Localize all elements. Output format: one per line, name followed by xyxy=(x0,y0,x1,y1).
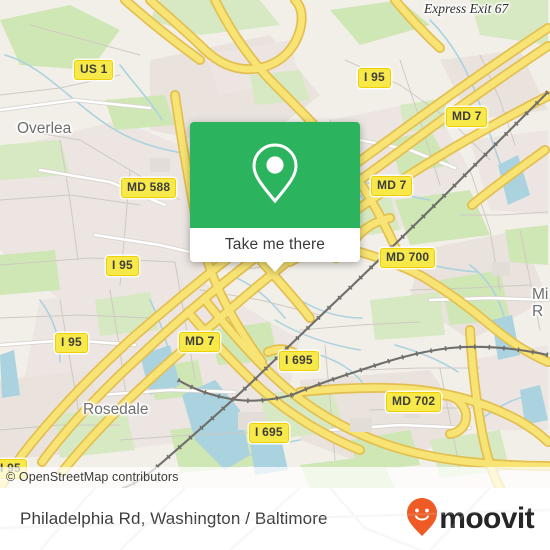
location-title: Philadelphia Rd, Washington / Baltimore xyxy=(20,509,328,528)
bottom-info-bar: Philadelphia Rd, Washington / Baltimore … xyxy=(0,488,550,550)
road-shield: I 695 xyxy=(279,351,319,371)
road-shield: I 95 xyxy=(106,256,139,276)
road-shield: I 95 xyxy=(358,68,391,88)
road-shield: MD 7 xyxy=(371,176,413,196)
popup-pointer-tail xyxy=(265,261,285,272)
place-label: Overlea xyxy=(17,120,72,137)
place-label: Rosedale xyxy=(83,401,149,418)
road-shield: I 95 xyxy=(55,333,88,353)
road-shield: US 1 xyxy=(74,60,114,80)
road-shield: MD 588 xyxy=(121,178,177,198)
exit-label: Express Exit 67 xyxy=(424,1,509,16)
map-screen: .wtr{fill:#aad3df;} .wline{fill:none;str… xyxy=(0,0,550,550)
road-shield: MD 7 xyxy=(446,107,488,127)
moovit-smiley-pin-icon xyxy=(406,497,438,542)
road-shield: MD 7 xyxy=(179,332,221,352)
moovit-wordmark: moovit xyxy=(439,502,534,535)
map-pin-icon xyxy=(249,141,301,210)
place-label: Mi xyxy=(532,286,549,303)
map-attribution: © OpenStreetMap contributors xyxy=(0,467,550,488)
destination-popup-card[interactable]: Take me there xyxy=(190,122,360,272)
place-label: R xyxy=(532,303,544,320)
popup-card-action[interactable]: Take me there xyxy=(190,228,360,272)
road-shield: MD 700 xyxy=(380,248,436,268)
road-shield: MD 702 xyxy=(386,392,442,412)
popup-card-header xyxy=(190,122,360,228)
road-shield: I 695 xyxy=(249,423,289,443)
take-me-there-label: Take me there xyxy=(224,236,326,253)
moovit-logo[interactable]: moovit xyxy=(406,497,535,542)
